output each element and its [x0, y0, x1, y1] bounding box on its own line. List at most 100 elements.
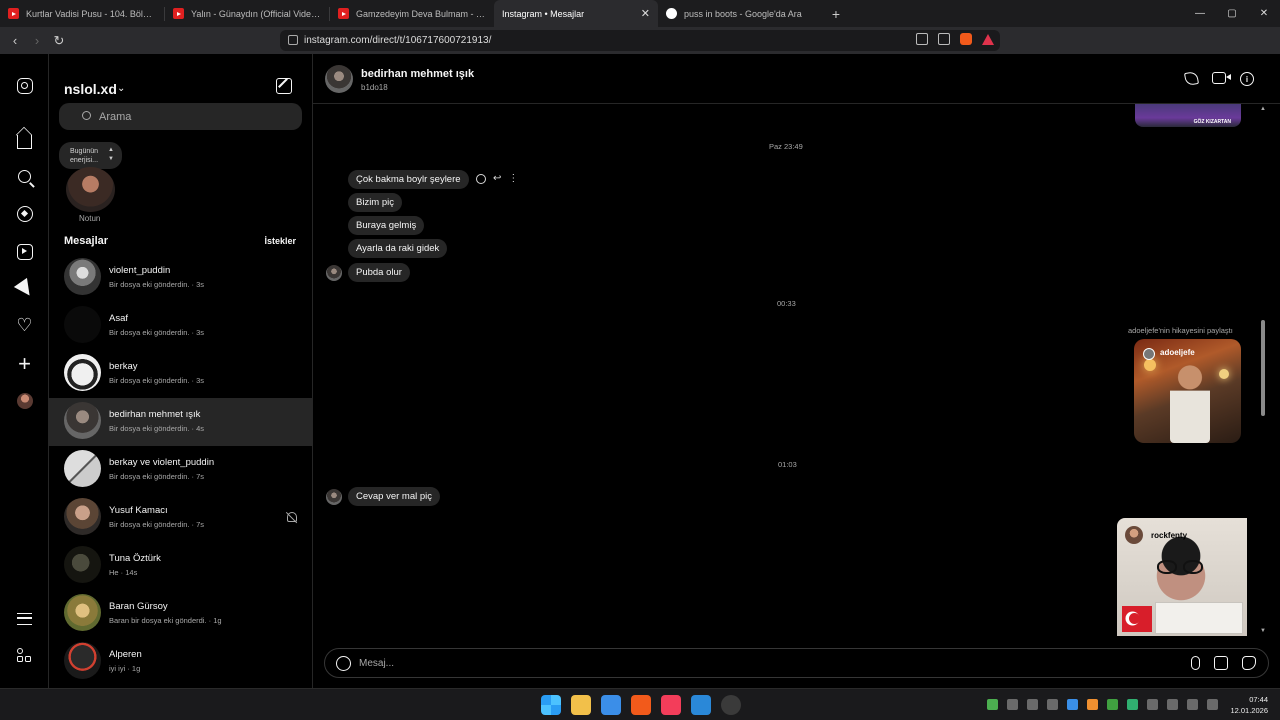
tray-app-icon[interactable] [1107, 699, 1118, 710]
explore-icon[interactable] [16, 205, 33, 222]
threads-apps-icon[interactable] [16, 647, 33, 664]
tray-app-icon[interactable] [1127, 699, 1138, 710]
scroll-up-icon[interactable]: ▲ [1260, 106, 1266, 112]
conversation-row-selected[interactable]: bedirhan mehmet ışık Bir dosya eki gönde… [49, 398, 312, 446]
video-username: rockfenty [1151, 531, 1188, 540]
brave-shields-icon[interactable] [960, 33, 972, 45]
search-placeholder: Arama [99, 110, 132, 123]
turkish-flag [1122, 606, 1152, 632]
message-bubble[interactable]: Çok bakma boylr şeylere [348, 170, 469, 189]
search-icon[interactable] [16, 168, 33, 185]
share-icon[interactable] [938, 33, 950, 45]
message-input[interactable] [359, 655, 1139, 672]
message-bubble[interactable]: Buraya gelmiş [348, 216, 425, 235]
profile-avatar[interactable] [16, 392, 33, 409]
conversation-row[interactable]: Baran Gürsoy Baran bir dosya eki gönderd… [49, 590, 312, 638]
message-bubble[interactable]: Ayarla da raki gidek [348, 239, 448, 258]
conversation-row[interactable]: Alperen iyi iyi · 1g [49, 638, 312, 686]
sender-avatar [326, 489, 342, 505]
more-options-icon[interactable]: ⋮ [508, 173, 518, 184]
create-plus-icon[interactable]: + [16, 353, 33, 375]
shared-story-preview[interactable]: GÖZ KIZARTAN [1135, 104, 1241, 127]
microphone-icon[interactable] [1191, 656, 1200, 670]
emoji-icon[interactable] [336, 656, 351, 671]
more-menu-icon[interactable] [16, 610, 33, 627]
tab-1[interactable]: Kurtlar Vadisi Pusu - 104. Bölüm FULL [0, 0, 164, 27]
taskbar-clock[interactable]: 07:44 12.01.2026 [1230, 694, 1268, 716]
reply-icon[interactable]: ↩ [493, 173, 501, 184]
reels-icon[interactable] [16, 243, 33, 260]
sticker-icon[interactable] [1242, 656, 1256, 670]
conversation-row[interactable]: Yusuf Kamacı Bir dosya eki gönderdin. · … [49, 494, 312, 542]
search-input[interactable]: Arama [59, 103, 302, 130]
note-avatar[interactable] [66, 167, 115, 212]
chevron-down-icon[interactable]: ⌄ [117, 83, 125, 94]
site-info-icon[interactable] [288, 35, 298, 45]
tray-app-icon[interactable] [1007, 699, 1018, 710]
account-switcher[interactable]: nslol.xd [64, 81, 117, 97]
conversation-row[interactable]: berkay Bir dosya eki gönderdin. · 3s [49, 350, 312, 398]
tray-app-icon[interactable] [1087, 699, 1098, 710]
gallery-icon[interactable] [1214, 656, 1228, 670]
tab-3[interactable]: Gamzedeyim Deva Bulmam - YouTube [330, 0, 494, 27]
chat-title[interactable]: bedirhan mehmet ışık [361, 68, 474, 80]
chat-avatar[interactable] [325, 65, 353, 93]
instagram-logo-icon[interactable] [16, 77, 33, 94]
new-tab-button[interactable]: + [822, 0, 850, 27]
home-icon[interactable] [16, 131, 33, 149]
snipping-tool-icon[interactable] [691, 695, 711, 715]
file-explorer-icon[interactable] [571, 695, 591, 715]
notifications-heart-icon[interactable]: ♡ [16, 316, 33, 334]
compose-message-icon[interactable] [276, 78, 292, 94]
close-tab-icon[interactable]: ✕ [641, 7, 650, 20]
store-icon[interactable] [601, 695, 621, 715]
info-icon[interactable]: i [1240, 72, 1254, 86]
maximize-button[interactable]: ▢ [1216, 0, 1248, 27]
requests-link[interactable]: İstekler [264, 236, 296, 246]
url-field[interactable]: instagram.com/direct/t/106717600721913/ [280, 30, 1000, 51]
microphone-icon[interactable] [1147, 699, 1158, 710]
message-bubble[interactable]: Bizim piç [348, 193, 403, 212]
conversation-preview: Bir dosya eki gönderdin. · 4s [109, 424, 205, 433]
minimize-button[interactable]: — [1184, 0, 1216, 27]
scroll-down-icon[interactable]: ▼ [1260, 628, 1266, 634]
conversation-row[interactable]: violent_puddin Bir dosya eki gönderdin. … [49, 254, 312, 302]
nvidia-icon[interactable] [987, 699, 998, 710]
shared-story-card[interactable]: adoeljefe [1134, 339, 1241, 443]
phone-call-icon[interactable] [1183, 70, 1200, 87]
message-bubble[interactable]: Pubda olur [348, 263, 410, 282]
windows-start-icon[interactable] [541, 695, 561, 715]
conversation-row[interactable]: Asaf Bir dosya eki gönderdin. · 3s [49, 302, 312, 350]
back-icon[interactable]: ‹ [4, 30, 26, 52]
video-call-icon[interactable] [1212, 72, 1231, 84]
volume-icon[interactable] [1187, 699, 1198, 710]
url-actions [916, 33, 994, 45]
messages-icon[interactable] [13, 277, 36, 300]
cast-icon[interactable] [916, 33, 928, 45]
conversation-row[interactable]: berkay ve violent_puddin Bir dosya eki g… [49, 446, 312, 494]
message-bubble[interactable]: Cevap ver mal piç [348, 487, 441, 506]
reload-icon[interactable]: ↻ [48, 30, 70, 52]
brave-rewards-icon[interactable] [982, 33, 994, 45]
tab-5[interactable]: puss in boots - Google'da Ara [658, 0, 822, 27]
shared-video-card[interactable]: rockfenty [1117, 518, 1247, 636]
react-emoji-icon[interactable] [476, 173, 486, 184]
tab-2[interactable]: Yalın - Günaydın (Official Video) - You [165, 0, 329, 27]
chat-scrollbar[interactable]: ▲ ▼ [1259, 104, 1267, 634]
network-icon[interactable] [1167, 699, 1178, 710]
chevron-icon[interactable] [1027, 699, 1038, 710]
note-bubble[interactable]: Bugünün enerjisi... ▲ ▼ [59, 142, 122, 169]
obs-icon[interactable] [721, 695, 741, 715]
conversation-preview: Bir dosya eki gönderdin. · 7s [109, 472, 205, 481]
scroll-thumb[interactable] [1261, 320, 1265, 416]
tab-instagram-active[interactable]: Instagram • Mesajlar ✕ [494, 0, 658, 27]
brave-browser-icon[interactable] [631, 695, 651, 715]
battery-icon[interactable] [1207, 699, 1218, 710]
close-window-button[interactable]: ✕ [1248, 0, 1280, 27]
music-app-icon[interactable] [661, 695, 681, 715]
story-light [1219, 369, 1229, 379]
forward-icon[interactable]: › [26, 30, 48, 52]
conversation-row[interactable]: Tuna Öztürk He · 14s [49, 542, 312, 590]
tray-app-icon[interactable] [1067, 699, 1078, 710]
steam-icon[interactable] [1047, 699, 1058, 710]
